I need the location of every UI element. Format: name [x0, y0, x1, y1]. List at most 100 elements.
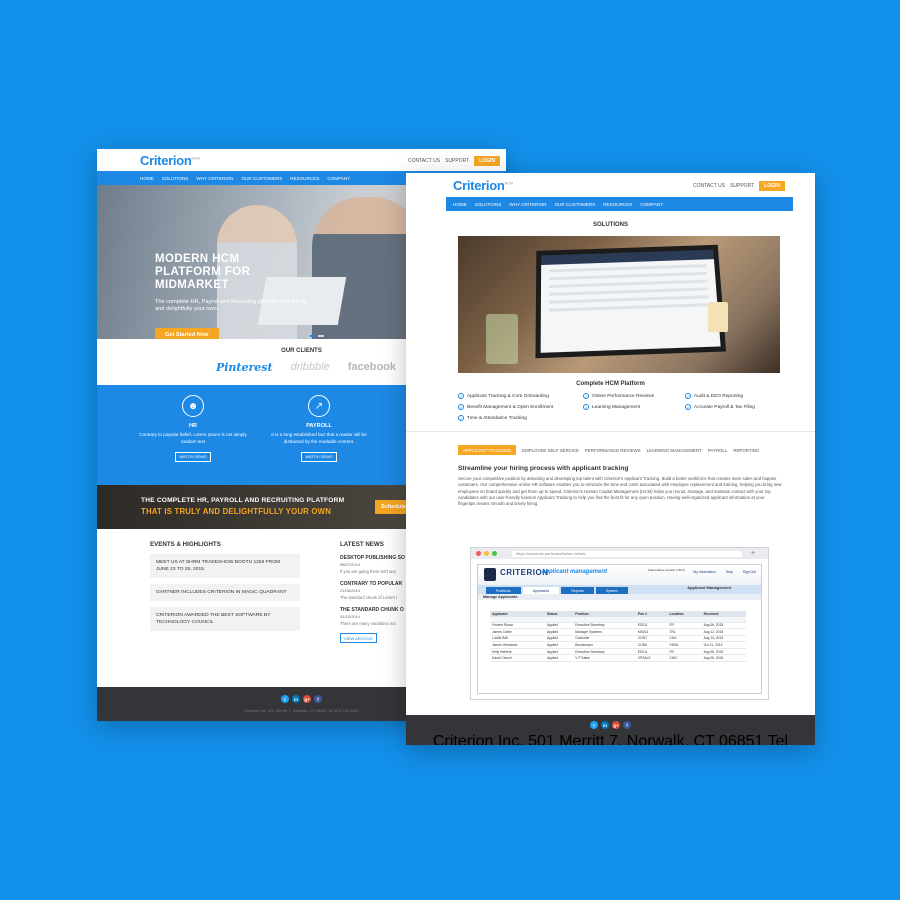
table-cell: Applied: [545, 635, 574, 643]
divider: [406, 431, 815, 432]
linkedin-icon[interactable]: in: [292, 695, 300, 703]
facebook-icon[interactable]: f: [314, 695, 322, 703]
header: CriterionHCM CONTACT US SUPPORT LOGIN: [406, 173, 815, 197]
table-row[interactable]: James Carter Applied Manager Systems MS001 T…: [490, 628, 746, 636]
table-row[interactable]: Kelly Hetherk Applied Executive Secretary E…: [490, 648, 746, 656]
tab-system[interactable]: System: [595, 587, 628, 594]
check-item: ✓ Benefit Management & Open Enrollment: [458, 404, 554, 410]
table-cell: Applied: [545, 641, 574, 649]
address-bar[interactable]: https://solutions.perfectsoftware.net/at…: [512, 550, 742, 557]
check-circle-icon: ✓: [458, 404, 464, 410]
solutions-hero-photo: [458, 236, 780, 373]
table-row[interactable]: Lucille Ball Applied Controller CONT CHA Aug …: [490, 635, 746, 643]
events-column: EVENTS & HIGHLIGHTS MEET US AT SHRM TRAD…: [150, 541, 300, 631]
section-body: Secure your competitive position by attr…: [458, 476, 782, 507]
tab-performance-reviews[interactable]: PERFORMANCE REVIEWS: [585, 448, 641, 453]
tab-reports[interactable]: Reports: [561, 587, 594, 594]
help-link[interactable]: Help: [726, 570, 733, 574]
minimize-dot-icon[interactable]: [484, 551, 489, 556]
new-tab-icon[interactable]: +: [751, 550, 755, 557]
support-link[interactable]: SUPPORT: [445, 158, 469, 164]
ats-app: CRITERION applicant management Client Na…: [477, 564, 762, 694]
event-item[interactable]: GARTNER INCLUDES CRITERION IN MAGIC QUAD…: [150, 584, 300, 601]
table-row[interactable]: Vincent Russo Applied Executive Secretary E…: [490, 622, 746, 630]
linkedin-icon[interactable]: in: [601, 721, 609, 729]
nav-resources[interactable]: RESOURCES: [290, 176, 319, 181]
login-button[interactable]: LOGIN: [474, 156, 500, 166]
my-information-link[interactable]: My Information: [693, 570, 715, 574]
twitter-icon[interactable]: t: [590, 721, 598, 729]
feature-title: PAYROLL: [306, 423, 332, 429]
nav-solutions[interactable]: SOLUTIONS: [475, 202, 502, 207]
tab-applicants[interactable]: Applicants: [522, 587, 560, 594]
header: CriterionHCM CONTACT US SUPPORT LOGIN: [97, 149, 506, 171]
contact-us-link[interactable]: CONTACT US: [408, 158, 440, 164]
check-circle-icon: ✓: [583, 404, 589, 410]
table-cell: FR: [667, 648, 702, 656]
solutions-title: SOLUTIONS: [592, 222, 628, 228]
app-header: CRITERION applicant management Client Na…: [478, 565, 761, 585]
close-dot-icon[interactable]: [476, 551, 481, 556]
table-row[interactable]: James Versalona Applied Bookkeeper CON5 FARA…: [490, 641, 746, 649]
check-item: ✓ Online Performance Reviews: [583, 393, 655, 399]
table-cell: Aug 06, 2015: [701, 622, 746, 630]
login-button[interactable]: LOGIN: [759, 181, 785, 191]
nav-our-customers[interactable]: OUR CUSTOMERS: [555, 202, 596, 207]
solutions-page-mockup: CriterionHCM CONTACT US SUPPORT LOGIN HO…: [406, 173, 815, 745]
tab-learning-management[interactable]: LEARNING MANAGEMENT: [647, 448, 702, 453]
google-plus-icon[interactable]: g+: [303, 695, 311, 703]
table-cell: Manager Systems: [573, 628, 636, 636]
table-row[interactable]: David Church Applied V P Sales VPSALE CHIC Au…: [490, 654, 746, 663]
main-nav: HOME SOLUTIONS WHY CRITERION OUR CUSTOME…: [446, 197, 793, 211]
logo[interactable]: CriterionHCM: [453, 178, 513, 193]
hero-title: MODERN HCM PLATFORM FOR MIDMARKET: [155, 253, 251, 291]
nav-company[interactable]: COMPANY: [640, 202, 663, 207]
tab-payroll[interactable]: PAYROLL: [708, 448, 728, 453]
check-circle-icon: ✓: [583, 393, 589, 399]
nav-our-customers[interactable]: OUR CUSTOMERS: [242, 176, 283, 181]
check-circle-icon: ✓: [685, 393, 691, 399]
platform-title: Complete HCM Platform: [576, 381, 645, 387]
watch-demo-button[interactable]: WATCH DEMO: [301, 451, 337, 462]
social-links: t in g+ f: [406, 715, 815, 729]
get-started-button[interactable]: Get Started Now: [155, 328, 219, 339]
view-archive-button[interactable]: VIEW ARCHIVE: [340, 633, 377, 643]
watch-demo-button[interactable]: WATCH DEMO: [175, 451, 211, 462]
sign-out-link[interactable]: Sign Out: [743, 570, 756, 574]
facebook-logo: facebook: [347, 361, 397, 373]
nav-solutions[interactable]: SOLUTIONS: [162, 176, 189, 181]
tab-positions[interactable]: Positions: [486, 587, 521, 594]
slider-dots[interactable]: [310, 335, 324, 337]
nav-home[interactable]: HOME: [453, 202, 467, 207]
tab-employee-self-service[interactable]: EMPLOYEE SELF SERVICE: [522, 448, 579, 453]
tab-applicant-tracking[interactable]: APPLICANT TRACKING: [458, 445, 517, 455]
facebook-icon[interactable]: f: [623, 721, 631, 729]
contact-us-link[interactable]: CONTACT US: [693, 183, 725, 189]
table-cell: Aug 12, 2015: [701, 628, 746, 636]
table-cell: VPSALE: [635, 654, 668, 663]
logo[interactable]: CriterionHCM: [140, 153, 200, 168]
check-item: ✓ Applicant Tracking & Core Onboarding: [458, 393, 549, 399]
google-plus-icon[interactable]: g+: [612, 721, 620, 729]
table-cell: Bookkeeper: [573, 641, 636, 649]
nav-resources[interactable]: RESOURCES: [603, 202, 632, 207]
event-item[interactable]: MEET US AT SHRM TRADESHOW BOOTH 1256 FRO…: [150, 554, 300, 578]
nav-company[interactable]: COMPANY: [327, 176, 350, 181]
event-item[interactable]: CRITERION AWARDED THE BEST SOFTWARE BY T…: [150, 607, 300, 631]
table-cell: FARA: [667, 641, 702, 649]
applicants-table: Applicant Status Position Pos # Location…: [490, 611, 746, 663]
nav-why-criterion[interactable]: WHY CRITERION: [196, 176, 233, 181]
table-cell: CON5: [635, 641, 668, 649]
tab-reporting[interactable]: REPORTING: [733, 448, 759, 453]
twitter-icon[interactable]: t: [281, 695, 289, 703]
section-heading: Streamline your hiring process with appl…: [458, 465, 629, 472]
nav-home[interactable]: HOME: [140, 176, 154, 181]
app-logo-icon: [484, 568, 496, 581]
support-link[interactable]: SUPPORT: [730, 183, 754, 189]
feature-checklist: ✓ Applicant Tracking & Core Onboarding ✓ O…: [458, 393, 815, 421]
app-subtitle: applicant management: [542, 569, 608, 575]
table-cell: Executive Secretary: [573, 648, 636, 656]
nav-why-criterion[interactable]: WHY CRITERION: [509, 202, 546, 207]
maximize-dot-icon[interactable]: [492, 551, 497, 556]
manage-applicants-label: Manage Applicants: [478, 594, 761, 600]
